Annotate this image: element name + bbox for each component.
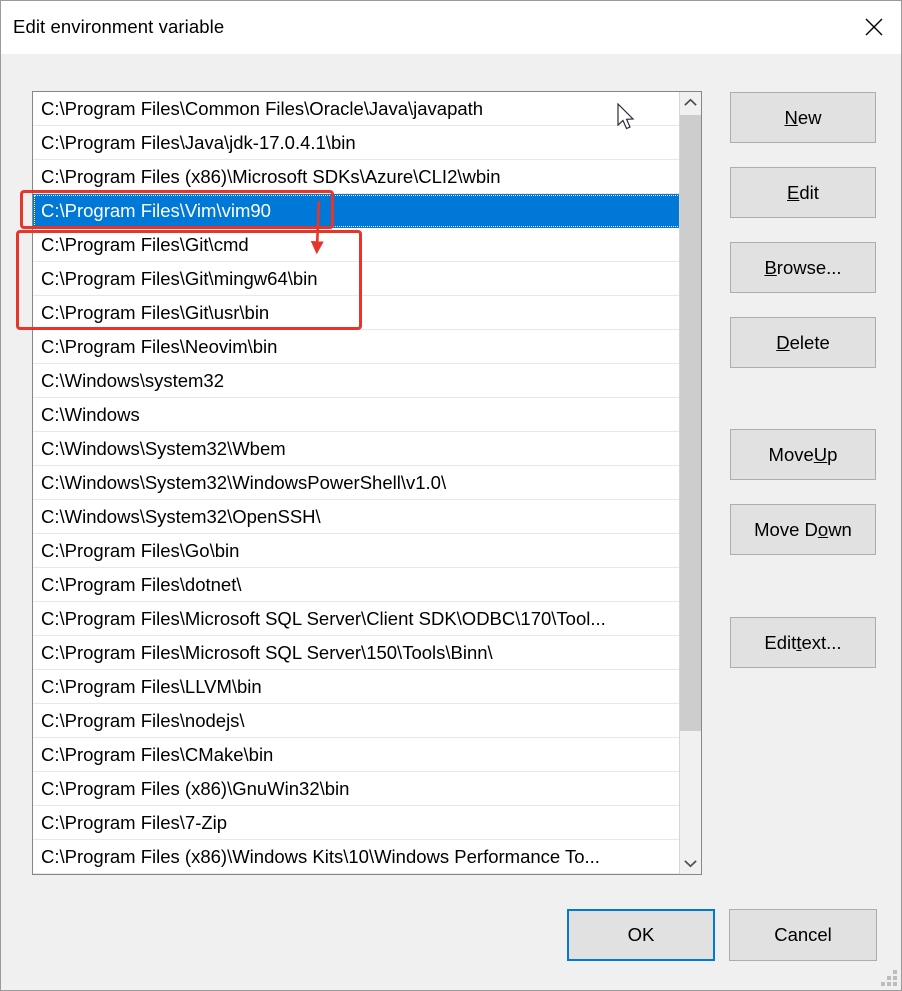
browse-button-label: rowse... [776,256,842,278]
path-list-item-selected[interactable]: C:\Program Files\Vim\vim90 [33,194,681,228]
move-down-button-label: wn [828,518,852,540]
ok-button[interactable]: OK [567,909,715,961]
resize-grip-dot [887,976,891,980]
new-button-accel: N [784,106,798,128]
ok-button-label: OK [627,924,655,945]
path-list-item[interactable]: C:\Program Files (x86)\Microsoft SDKs\Az… [33,160,681,194]
chevron-up-icon [684,94,697,112]
path-list-item[interactable]: C:\Windows\System32\WindowsPowerShell\v1… [33,466,681,500]
cancel-button[interactable]: Cancel [729,909,877,961]
edit-button-label: dit [799,181,819,203]
edit-text-button-label: ext... [801,631,842,653]
path-list-item[interactable]: C:\Program Files\dotnet\ [33,568,681,602]
cancel-button-label: Cancel [774,924,832,945]
resize-grip-dot [881,982,885,986]
new-button-label: ew [797,106,822,128]
path-list-item[interactable]: C:\Program Files\Go\bin [33,534,681,568]
edit-button[interactable]: Edit [730,167,876,218]
path-list-item[interactable]: C:\Program Files\Microsoft SQL Server\Cl… [33,602,681,636]
move-up-button-accel: U [813,443,828,465]
path-list-item[interactable]: C:\Program Files\CMake\bin [33,738,681,772]
path-list-item[interactable]: C:\Program Files (x86)\GnuWin32\bin [33,772,681,806]
browse-button-accel: B [764,256,777,278]
resize-grip-dot [893,976,897,980]
path-list-rows: C:\Program Files\Common Files\Oracle\Jav… [33,92,681,874]
window-title: Edit environment variable [13,16,225,37]
resize-grip-dot [893,970,897,974]
close-icon [863,16,885,38]
path-list-item[interactable]: C:\Program Files (x86)\Windows Kits\10\W… [33,840,681,874]
edit-button-accel: E [787,181,800,203]
close-button[interactable] [847,1,901,53]
path-list[interactable]: C:\Program Files\Common Files\Oracle\Jav… [32,91,702,875]
resize-grip-dot [887,982,891,986]
path-list-item[interactable]: C:\Program Files\7-Zip [33,806,681,840]
path-list-item[interactable]: C:\Program Files\Java\jdk-17.0.4.1\bin [33,126,681,160]
resize-grip[interactable] [881,970,897,986]
edit-environment-variable-dialog: Edit environment variable C:\Program Fil… [0,0,902,991]
move-up-button-label: p [827,443,838,465]
path-list-item[interactable]: C:\Program Files\Git\cmd [33,228,681,262]
scrollbar-thumb[interactable] [680,115,701,731]
scroll-up-button[interactable] [680,92,701,113]
delete-button-accel: D [776,331,790,353]
move-down-button-accel: o [817,518,829,540]
path-list-item[interactable]: C:\Windows\System32\Wbem [33,432,681,466]
chevron-down-icon [684,855,697,873]
path-list-item[interactable]: C:\Program Files\Neovim\bin [33,330,681,364]
delete-button-label: elete [789,331,830,353]
path-list-item[interactable]: C:\Program Files\Git\mingw64\bin [33,262,681,296]
path-list-item[interactable]: C:\Windows [33,398,681,432]
path-list-item[interactable]: C:\Program Files\LLVM\bin [33,670,681,704]
title-bar: Edit environment variable [1,1,901,55]
path-list-item[interactable]: C:\Windows\system32 [33,364,681,398]
resize-grip-dot [893,982,897,986]
path-list-item[interactable]: C:\Program Files\Git\usr\bin [33,296,681,330]
scroll-down-button[interactable] [680,853,701,874]
vertical-scrollbar[interactable] [679,92,701,874]
browse-button[interactable]: Browse... [730,242,876,293]
path-list-item[interactable]: C:\Windows\System32\OpenSSH\ [33,500,681,534]
move-down-button[interactable]: Move Do wn [730,504,876,555]
path-list-item[interactable]: C:\Program Files\Microsoft SQL Server\15… [33,636,681,670]
move-up-button-prefix: Move [768,443,814,465]
move-up-button[interactable]: Move Up [730,429,876,480]
edit-text-button[interactable]: Edit t ext... [730,617,876,668]
new-button[interactable]: New [730,92,876,143]
edit-text-button-prefix: Edit [764,631,797,653]
move-down-button-prefix: Move D [754,518,818,540]
path-list-item[interactable]: C:\Program Files\Common Files\Oracle\Jav… [33,92,681,126]
dialog-body: C:\Program Files\Common Files\Oracle\Jav… [1,54,901,990]
path-list-item[interactable]: C:\Program Files\nodejs\ [33,704,681,738]
delete-button[interactable]: Delete [730,317,876,368]
